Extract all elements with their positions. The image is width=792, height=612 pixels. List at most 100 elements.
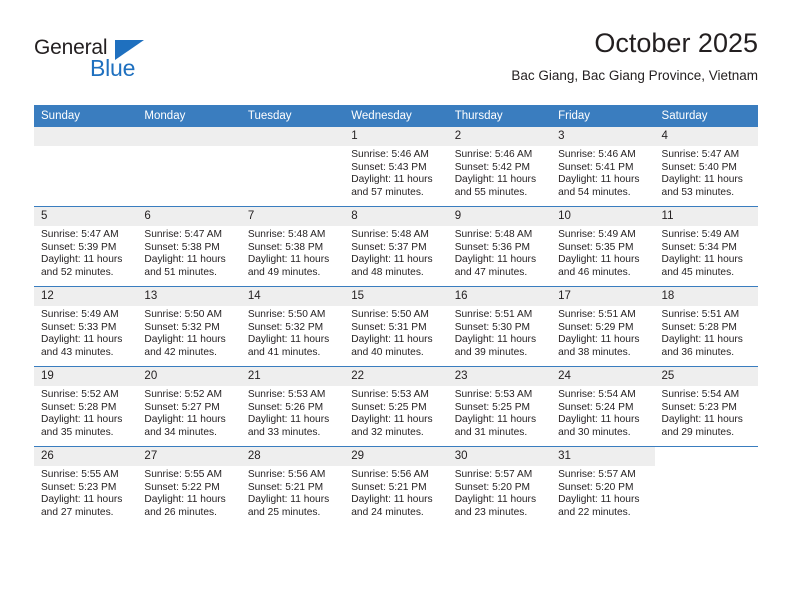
- daylight-text-line1: Daylight: 11 hours: [558, 414, 640, 426]
- day-number: 17: [551, 287, 655, 306]
- calendar-day-cell[interactable]: 14 Sunrise: 5:50 AM Sunset: 5:32 PM Dayligh…: [240, 286, 345, 367]
- sunrise-text: Sunrise: 5:49 AM: [661, 229, 740, 240]
- calendar-page: General Blue October 2025 Bac Giang, Bac…: [0, 0, 792, 612]
- day-details: Sunrise: 5:56 AM Sunset: 5:21 PM Daylight:…: [344, 466, 447, 519]
- daylight-text-line1: Daylight: 11 hours: [558, 174, 640, 186]
- calendar-day-cell[interactable]: 11 Sunrise: 5:49 AM Sunset: 5:34 PM Dayligh…: [654, 206, 758, 287]
- day-number: 13: [137, 287, 241, 306]
- sunrise-text: Sunrise: 5:49 AM: [558, 229, 636, 240]
- calendar-day-cell[interactable]: 18 Sunrise: 5:51 AM Sunset: 5:28 PM Dayligh…: [654, 286, 758, 367]
- calendar-day-cell[interactable]: 28 Sunrise: 5:56 AM Sunset: 5:21 PM Dayligh…: [240, 446, 345, 526]
- daylight-text-line1: Daylight: 11 hours: [351, 334, 433, 346]
- calendar-day-cell[interactable]: 29 Sunrise: 5:56 AM Sunset: 5:21 PM Dayligh…: [344, 446, 448, 526]
- daylight-text-line2: and 29 minutes.: [661, 426, 735, 438]
- daylight-text-line1: Daylight: 11 hours: [144, 414, 226, 426]
- calendar-day-cell[interactable]: 30 Sunrise: 5:57 AM Sunset: 5:20 PM Dayligh…: [447, 446, 552, 526]
- weekday-header-row: Sunday Monday Tuesday Wednesday Thursday…: [34, 105, 758, 127]
- weekday-header-tuesday: Tuesday: [240, 105, 345, 127]
- day-number: 8: [344, 207, 448, 226]
- day-details: Sunrise: 5:47 AM Sunset: 5:40 PM Daylight:…: [655, 146, 758, 199]
- day-number: 16: [447, 287, 552, 306]
- day-number: 4: [654, 127, 758, 146]
- sunset-text: Sunset: 5:30 PM: [454, 321, 531, 333]
- sunset-text: Sunset: 5:36 PM: [454, 241, 531, 253]
- day-number-band: [137, 127, 241, 146]
- day-details: Sunrise: 5:52 AM Sunset: 5:28 PM Daylight:…: [34, 386, 137, 439]
- calendar-day-cell[interactable]: 1 Sunrise: 5:46 AM Sunset: 5:43 PM Daylight…: [344, 127, 448, 207]
- calendar-cell-empty: [240, 127, 345, 207]
- page-header: General Blue October 2025 Bac Giang, Bac…: [0, 0, 792, 100]
- calendar-day-cell[interactable]: 5 Sunrise: 5:47 AM Sunset: 5:39 PM Daylight…: [34, 206, 138, 287]
- calendar-day-cell[interactable]: 16 Sunrise: 5:51 AM Sunset: 5:30 PM Dayligh…: [447, 286, 552, 367]
- sunrise-text: Sunrise: 5:53 AM: [454, 389, 533, 400]
- day-number: 18: [654, 287, 758, 306]
- day-details: Sunrise: 5:55 AM Sunset: 5:23 PM Daylight:…: [34, 466, 137, 519]
- day-number: 24: [551, 367, 655, 386]
- sunset-text: Sunset: 5:42 PM: [454, 161, 531, 173]
- daylight-text-line1: Daylight: 11 hours: [247, 494, 330, 506]
- calendar-day-cell[interactable]: 10 Sunrise: 5:49 AM Sunset: 5:35 PM Dayligh…: [551, 206, 655, 287]
- day-number: 15: [344, 287, 448, 306]
- calendar-day-cell[interactable]: 2 Sunrise: 5:46 AM Sunset: 5:42 PM Daylight…: [447, 127, 552, 207]
- sunrise-text: Sunrise: 5:56 AM: [247, 469, 326, 480]
- calendar-day-cell[interactable]: 25 Sunrise: 5:54 AM Sunset: 5:23 PM Dayligh…: [654, 366, 758, 447]
- calendar-day-cell[interactable]: 22 Sunrise: 5:53 AM Sunset: 5:25 PM Dayligh…: [344, 366, 448, 447]
- calendar-day-cell[interactable]: 8 Sunrise: 5:48 AM Sunset: 5:37 PM Daylight…: [344, 206, 448, 287]
- page-title: October 2025: [594, 28, 758, 58]
- calendar-day-cell[interactable]: 19 Sunrise: 5:52 AM Sunset: 5:28 PM Dayligh…: [34, 366, 138, 447]
- sunset-text: Sunset: 5:32 PM: [144, 321, 220, 333]
- daylight-text-line1: Daylight: 11 hours: [454, 334, 537, 346]
- sunrise-text: Sunrise: 5:49 AM: [41, 309, 119, 320]
- sunrise-text: Sunrise: 5:46 AM: [454, 149, 533, 160]
- daylight-text-line2: and 39 minutes.: [454, 346, 528, 358]
- calendar-body: 1 Sunrise: 5:46 AM Sunset: 5:43 PM Daylight…: [34, 127, 758, 526]
- calendar-day-cell[interactable]: 31 Sunrise: 5:57 AM Sunset: 5:20 PM Dayligh…: [551, 446, 655, 526]
- daylight-text-line2: and 40 minutes.: [351, 346, 424, 358]
- daylight-text-line1: Daylight: 11 hours: [144, 494, 226, 506]
- calendar-day-cell[interactable]: 15 Sunrise: 5:50 AM Sunset: 5:31 PM Dayligh…: [344, 286, 448, 367]
- calendar-day-cell[interactable]: 26 Sunrise: 5:55 AM Sunset: 5:23 PM Dayligh…: [34, 446, 138, 526]
- calendar-day-cell[interactable]: 20 Sunrise: 5:52 AM Sunset: 5:27 PM Dayligh…: [137, 366, 241, 447]
- calendar-day-cell[interactable]: 23 Sunrise: 5:53 AM Sunset: 5:25 PM Dayligh…: [447, 366, 552, 447]
- sunrise-text: Sunrise: 5:48 AM: [351, 229, 429, 240]
- calendar-day-cell[interactable]: 17 Sunrise: 5:51 AM Sunset: 5:29 PM Dayligh…: [551, 286, 655, 367]
- calendar-day-cell[interactable]: 7 Sunrise: 5:48 AM Sunset: 5:38 PM Daylight…: [240, 206, 345, 287]
- day-details: Sunrise: 5:49 AM Sunset: 5:33 PM Daylight:…: [34, 306, 137, 359]
- calendar-day-cell[interactable]: 9 Sunrise: 5:48 AM Sunset: 5:36 PM Daylight…: [447, 206, 552, 287]
- daylight-text-line1: Daylight: 11 hours: [351, 494, 433, 506]
- daylight-text-line2: and 32 minutes.: [351, 426, 424, 438]
- sunrise-text: Sunrise: 5:47 AM: [144, 229, 223, 240]
- calendar-day-cell[interactable]: 24 Sunrise: 5:54 AM Sunset: 5:24 PM Dayligh…: [551, 366, 655, 447]
- calendar-day-cell[interactable]: 3 Sunrise: 5:46 AM Sunset: 5:41 PM Daylight…: [551, 127, 655, 207]
- day-number: 29: [344, 447, 448, 466]
- daylight-text-line2: and 57 minutes.: [351, 186, 424, 198]
- sunset-text: Sunset: 5:25 PM: [351, 401, 427, 413]
- calendar-day-cell[interactable]: 6 Sunrise: 5:47 AM Sunset: 5:38 PM Daylight…: [137, 206, 241, 287]
- day-number-band: [240, 127, 345, 146]
- daylight-text-line1: Daylight: 11 hours: [41, 414, 123, 426]
- day-number-band: [34, 127, 138, 146]
- daylight-text-line2: and 55 minutes.: [454, 186, 528, 198]
- sunrise-text: Sunrise: 5:53 AM: [351, 389, 429, 400]
- calendar-day-cell[interactable]: 4 Sunrise: 5:47 AM Sunset: 5:40 PM Daylight…: [654, 127, 758, 207]
- day-number: 3: [551, 127, 655, 146]
- daylight-text-line1: Daylight: 11 hours: [247, 254, 330, 266]
- daylight-text-line1: Daylight: 11 hours: [661, 174, 743, 186]
- calendar-day-cell[interactable]: 27 Sunrise: 5:55 AM Sunset: 5:22 PM Dayligh…: [137, 446, 241, 526]
- calendar-day-cell[interactable]: 13 Sunrise: 5:50 AM Sunset: 5:32 PM Dayligh…: [137, 286, 241, 367]
- day-details: Sunrise: 5:53 AM Sunset: 5:25 PM Daylight:…: [344, 386, 447, 439]
- day-number: 25: [654, 367, 758, 386]
- daylight-text-line1: Daylight: 11 hours: [454, 494, 537, 506]
- daylight-text-line1: Daylight: 11 hours: [661, 334, 743, 346]
- daylight-text-line1: Daylight: 11 hours: [558, 254, 640, 266]
- calendar-cell-empty: [654, 446, 758, 526]
- calendar-day-cell[interactable]: 21 Sunrise: 5:53 AM Sunset: 5:26 PM Dayligh…: [240, 366, 345, 447]
- daylight-text-line2: and 45 minutes.: [661, 266, 735, 278]
- sunset-text: Sunset: 5:26 PM: [247, 401, 324, 413]
- sunset-text: Sunset: 5:22 PM: [144, 481, 220, 493]
- sunset-text: Sunset: 5:32 PM: [247, 321, 324, 333]
- daylight-text-line1: Daylight: 11 hours: [41, 334, 123, 346]
- calendar-day-cell[interactable]: 12 Sunrise: 5:49 AM Sunset: 5:33 PM Dayligh…: [34, 286, 138, 367]
- day-number: 9: [447, 207, 552, 226]
- general-blue-logo[interactable]: General Blue: [34, 36, 164, 84]
